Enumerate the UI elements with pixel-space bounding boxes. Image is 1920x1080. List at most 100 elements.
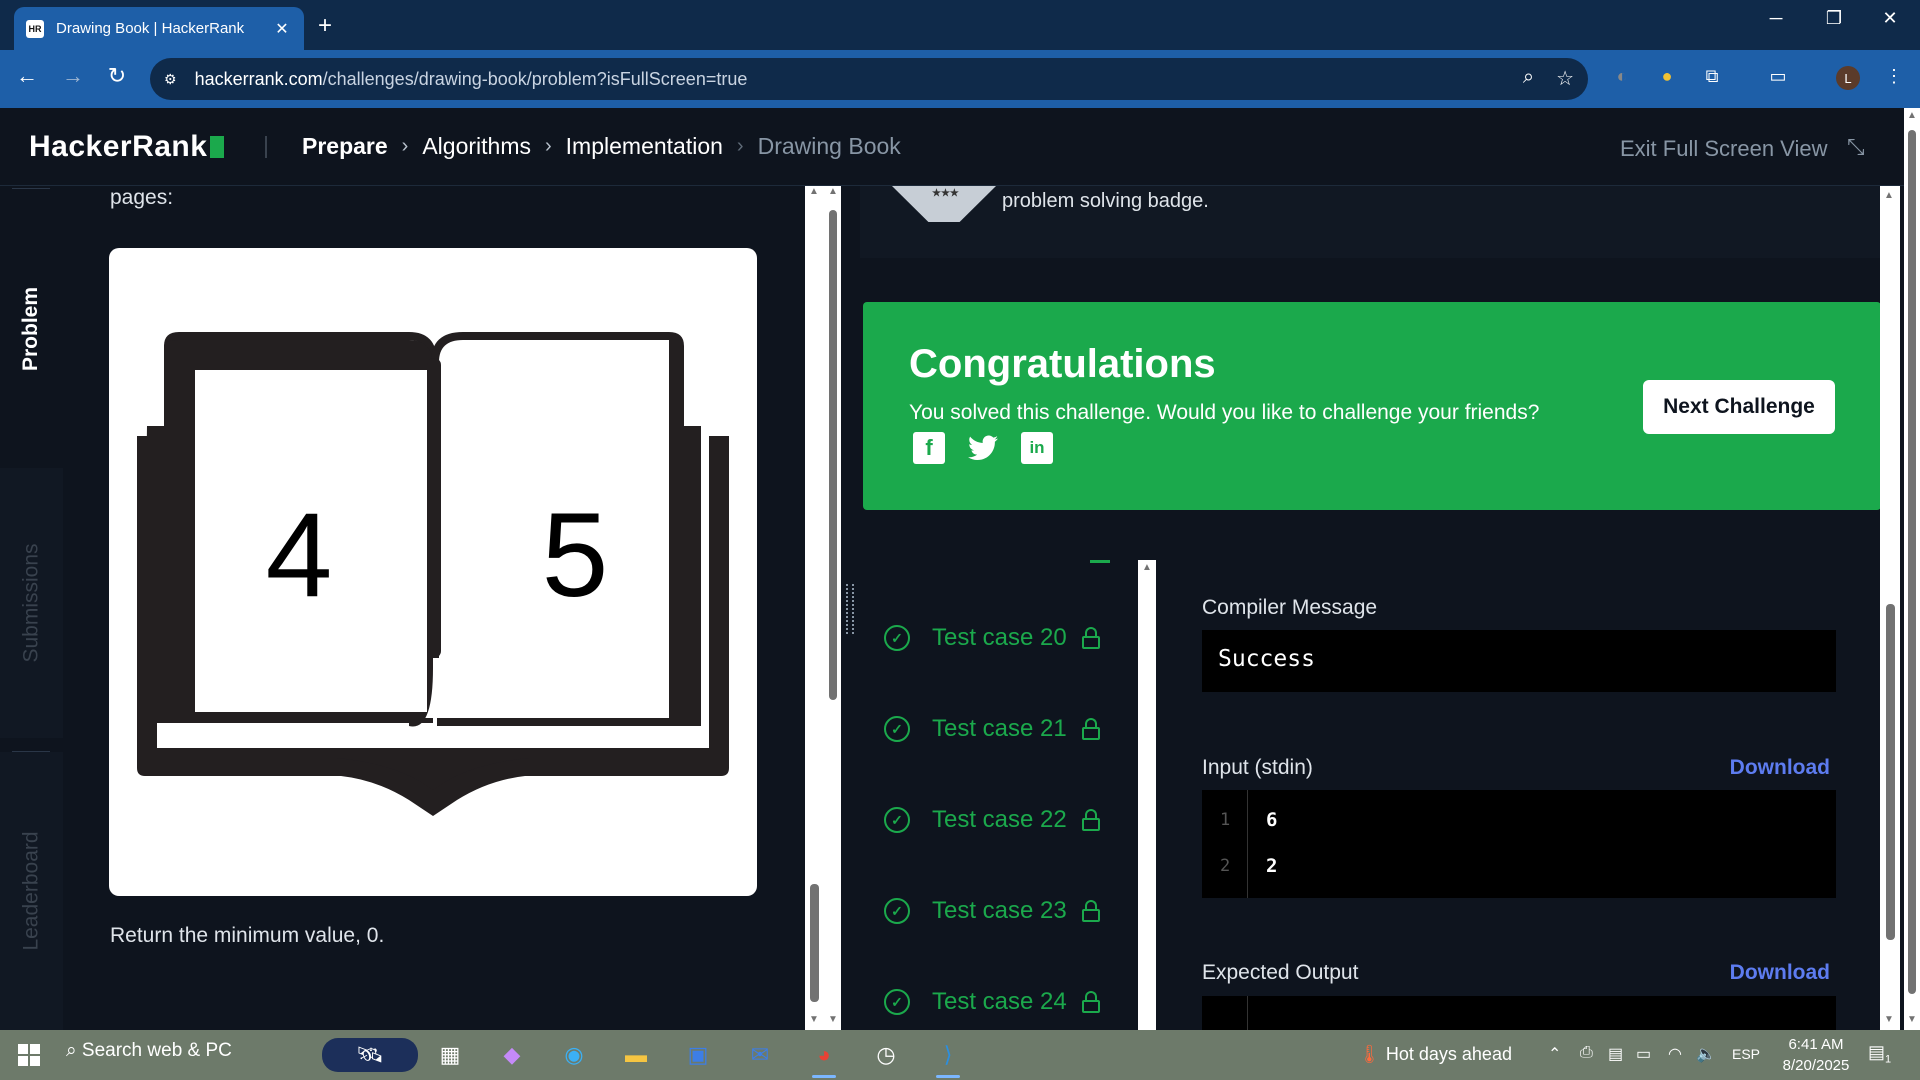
browser-toolbar: ← → ↻ ⚙ hackerrank.com/challenges/drawin… — [0, 50, 1920, 108]
expected-download-link[interactable]: Download — [1730, 961, 1830, 985]
pane-resize-handle[interactable] — [846, 584, 854, 634]
browser-menu-icon[interactable]: ⋮ — [1880, 62, 1908, 90]
expected-output-label: Expected Output — [1202, 961, 1359, 984]
task-view-icon[interactable]: ▦ — [432, 1038, 468, 1072]
search-highlight-icon[interactable]: 🛰 — [322, 1038, 418, 1072]
test-case-label: Test case 24 — [932, 988, 1067, 1015]
line-number-gutter — [1202, 790, 1248, 898]
back-icon[interactable]: ← — [12, 63, 42, 89]
new-tab-icon[interactable]: + — [318, 12, 332, 40]
extensions-puzzle-icon[interactable]: ⧉ — [1698, 62, 1726, 90]
problem-scrollbar-outer[interactable]: ▲ ▼ — [825, 186, 841, 1030]
mail-icon[interactable]: ✉ — [742, 1038, 778, 1072]
taskbar-clock[interactable]: 6:41 AM 8/20/2025 — [1776, 1034, 1856, 1076]
url-text: hackerrank.com/challenges/drawing-book/p… — [195, 69, 748, 90]
extension-gray-icon[interactable]: ◐ — [1608, 62, 1636, 90]
taskbar-search[interactable]: ⌕ Search web & PC — [66, 1040, 232, 1062]
page-scrollbar[interactable]: ▲ ▼ — [1904, 108, 1920, 1030]
test-case-item[interactable]: ✓ Test case 24 — [884, 988, 1100, 1016]
tab-leaderboard[interactable]: Leaderboard — [0, 752, 63, 1030]
scroll-down-icon[interactable]: ▼ — [1907, 1014, 1917, 1025]
tab-close-icon[interactable]: ✕ — [272, 19, 292, 39]
results-scroll-thumb[interactable] — [1886, 604, 1895, 940]
test-case-scrollbar[interactable]: ▲ — [1138, 560, 1156, 1030]
minimize-icon[interactable]: ─ — [1756, 8, 1796, 29]
copilot-icon[interactable]: ◆ — [494, 1038, 530, 1072]
problem-scrollbar[interactable]: ▲ ▼ — [805, 186, 825, 1030]
right-page-number: 5 — [542, 488, 609, 622]
problem-outer-scroll-thumb[interactable] — [829, 210, 837, 700]
language-indicator[interactable]: ESP — [1732, 1046, 1760, 1062]
facebook-icon[interactable]: f — [913, 432, 945, 464]
exit-fullscreen-link[interactable]: Exit Full Screen View — [1620, 136, 1827, 162]
breadcrumb-implementation[interactable]: Implementation — [566, 133, 723, 160]
lock-icon — [1082, 627, 1100, 649]
vscode-icon[interactable]: ⟩ — [930, 1038, 966, 1078]
browser-tab[interactable]: HR Drawing Book | HackerRank ✕ — [14, 7, 304, 50]
windows-start-icon[interactable] — [18, 1044, 40, 1066]
restore-icon[interactable]: ❐ — [1814, 8, 1854, 29]
breadcrumb-prepare[interactable]: Prepare — [302, 133, 388, 160]
weather-widget[interactable]: 🌡 Hot days ahead — [1358, 1044, 1512, 1065]
compiler-message-label: Compiler Message — [1202, 596, 1378, 619]
logo-square-icon — [210, 136, 225, 158]
chrome-icon[interactable]: ◕ — [806, 1038, 842, 1078]
extension-yellow-icon[interactable]: ● — [1653, 62, 1681, 90]
congrats-subtitle: You solved this challenge. Would you lik… — [909, 401, 1540, 424]
bookmark-star-icon[interactable]: ☆ — [1556, 66, 1574, 91]
test-case-item[interactable]: ✓ Test case 20 — [884, 624, 1100, 652]
twitter-bird-icon — [968, 435, 998, 460]
tray-app-icon[interactable]: ⎙ — [1580, 1044, 1593, 1062]
test-case-item[interactable]: ✓ Test case 22 — [884, 806, 1100, 834]
scroll-up-icon[interactable]: ▲ — [809, 186, 819, 197]
url-path: /challenges/drawing-book/problem?isFullS… — [322, 68, 748, 89]
clock-app-icon[interactable]: ◷ — [868, 1038, 904, 1072]
tab-submissions[interactable]: Submissions — [0, 468, 63, 738]
breadcrumb-algorithms[interactable]: Algorithms — [422, 133, 531, 160]
results-scrollbar[interactable]: ▲ ▼ — [1880, 186, 1900, 1030]
tray-network-icon[interactable]: ▤ — [1608, 1044, 1623, 1064]
edge-icon[interactable]: ◉ — [556, 1038, 592, 1072]
compiler-message-box: Success — [1202, 630, 1836, 692]
scroll-up-icon[interactable]: ▲ — [1142, 562, 1152, 573]
scroll-down-icon[interactable]: ▼ — [1884, 1014, 1894, 1025]
address-bar[interactable]: ⚙ hackerrank.com/challenges/drawing-book… — [150, 58, 1588, 100]
page-scroll-thumb[interactable] — [1908, 130, 1916, 994]
scroll-down-icon[interactable]: ▼ — [809, 1014, 819, 1025]
test-case-item[interactable]: ✓ Test case 23 — [884, 897, 1100, 925]
twitter-icon[interactable] — [967, 432, 999, 464]
window-close-icon[interactable]: ✕ — [1870, 8, 1910, 29]
test-case-label: Test case 21 — [932, 715, 1067, 742]
congratulations-banner: Congratulations You solved this challeng… — [863, 302, 1881, 510]
zoom-icon[interactable]: ⌕ — [1523, 66, 1534, 91]
hackerrank-logo[interactable]: HackerRank — [29, 130, 225, 164]
wifi-icon[interactable]: ◠ — [1668, 1044, 1682, 1064]
profile-avatar[interactable]: L — [1836, 66, 1860, 90]
scroll-up-icon[interactable]: ▲ — [1884, 190, 1894, 201]
next-challenge-button[interactable]: Next Challenge — [1643, 380, 1835, 434]
battery-icon[interactable]: ▭ — [1636, 1044, 1651, 1064]
badge-text: problem solving badge. — [1002, 190, 1209, 212]
problem-scroll-thumb[interactable] — [810, 884, 819, 1002]
reload-icon[interactable]: ↻ — [102, 63, 132, 89]
notification-icon[interactable]: ▤1 — [1868, 1042, 1891, 1066]
tray-chevron-icon[interactable]: ⌃ — [1548, 1044, 1561, 1064]
open-book-icon: 4 5 — [137, 332, 729, 816]
volume-icon[interactable]: 🔈 — [1696, 1044, 1716, 1064]
linkedin-icon[interactable]: in — [1021, 432, 1053, 464]
scroll-up-icon[interactable]: ▲ — [828, 186, 838, 197]
scroll-down-icon[interactable]: ▼ — [828, 1014, 838, 1025]
congrats-title: Congratulations — [909, 342, 1216, 386]
store-icon[interactable]: ▣ — [680, 1038, 716, 1072]
scroll-up-icon[interactable]: ▲ — [1907, 110, 1917, 121]
collapse-fullscreen-icon[interactable]: ⤡ — [1847, 134, 1865, 160]
file-explorer-icon[interactable]: ▬ — [618, 1038, 654, 1072]
tab-problem[interactable]: Problem — [0, 190, 63, 468]
site-info-icon[interactable]: ⚙ — [164, 71, 177, 88]
forward-icon[interactable]: → — [58, 63, 88, 89]
breadcrumb-drawing-book: Drawing Book — [757, 133, 901, 159]
side-panel-icon[interactable]: ▭ — [1764, 62, 1792, 90]
compiler-message-text: Success — [1218, 646, 1315, 672]
input-download-link[interactable]: Download — [1730, 756, 1830, 780]
test-case-item[interactable]: ✓ Test case 21 — [884, 715, 1100, 743]
